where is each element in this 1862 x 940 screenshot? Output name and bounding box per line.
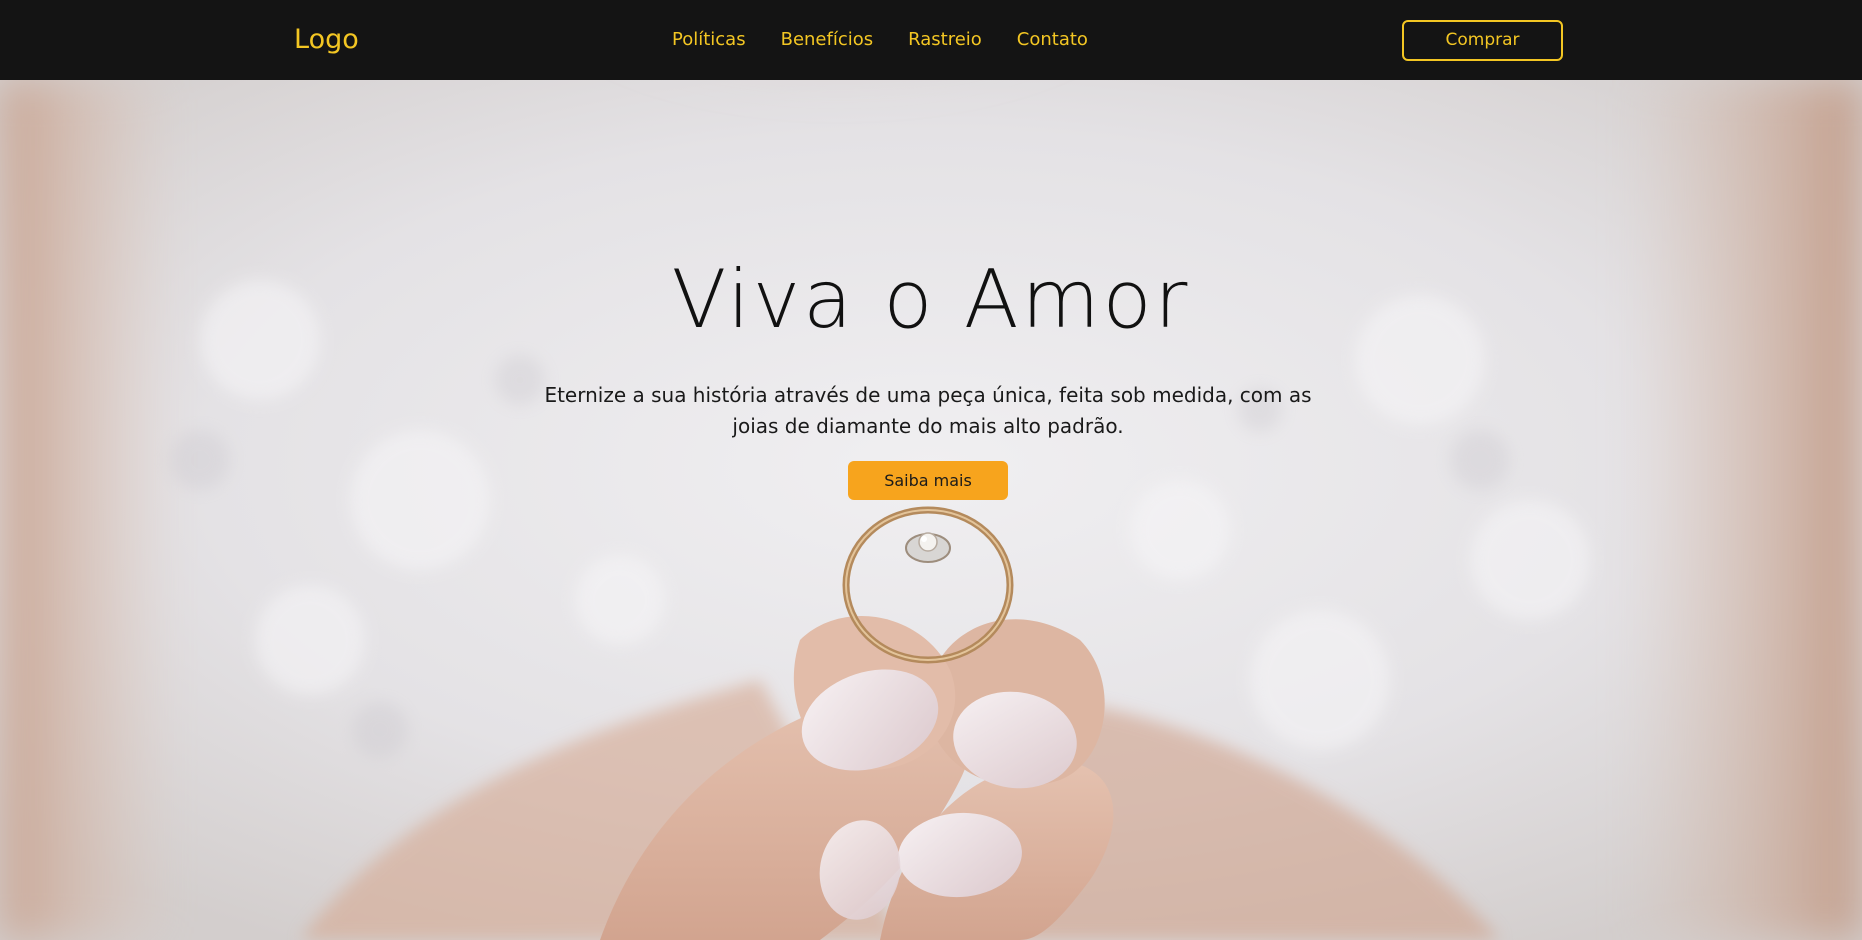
- hero-background-photo: [0, 80, 1862, 940]
- learn-more-button[interactable]: Saiba mais: [848, 461, 1008, 500]
- hero-title: Viva o Amor: [671, 253, 1191, 346]
- page: Logo Políticas Benefícios Rastreio Conta…: [0, 0, 1862, 940]
- logo[interactable]: Logo: [294, 20, 359, 60]
- nav-link-politicas[interactable]: Políticas: [672, 28, 746, 52]
- buy-button[interactable]: Comprar: [1402, 20, 1563, 61]
- hero-subtitle: Eternize a sua história através de uma p…: [544, 383, 1312, 438]
- nav-link-beneficios[interactable]: Benefícios: [781, 28, 874, 52]
- nav-link-rastreio[interactable]: Rastreio: [908, 28, 982, 52]
- nav-link-contato[interactable]: Contato: [1017, 28, 1088, 52]
- hero-section: Viva o Amor Eternize a sua história atra…: [0, 80, 1862, 940]
- top-navbar: Logo Políticas Benefícios Rastreio Conta…: [0, 0, 1862, 80]
- nav-links: Políticas Benefícios Rastreio Contato: [672, 28, 1088, 52]
